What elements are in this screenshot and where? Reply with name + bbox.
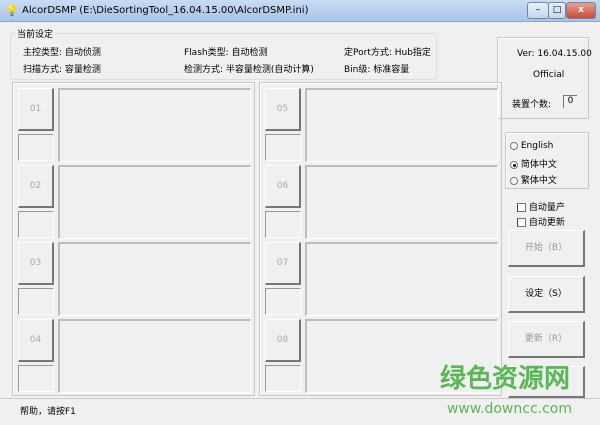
radio-icon[interactable]	[510, 176, 518, 185]
slot-status-02	[18, 211, 54, 238]
watermark-text: 绿色资源网	[439, 364, 570, 394]
slot-status-01	[18, 134, 54, 161]
slot-label-05: 05	[265, 88, 301, 131]
settings-button[interactable]: 设定（S）	[508, 276, 585, 313]
slot-status-08	[265, 365, 301, 392]
bin-level: Bin级: 标准容量	[344, 65, 410, 75]
slot-label-06: 06	[265, 165, 301, 208]
controller-type: 主控类型: 自动侦测	[23, 48, 101, 58]
slot-info-03	[58, 242, 251, 316]
slot-label-07: 07	[265, 242, 301, 285]
radio-icon[interactable]	[510, 141, 518, 150]
slot-info-02	[58, 165, 251, 239]
auto-update-checkbox[interactable]: 自动更新	[517, 215, 565, 228]
port-mode: 定Port方式: Hub指定	[344, 48, 431, 58]
slot-info-01	[58, 88, 251, 162]
language-option-1[interactable]: 简体中文	[510, 157, 557, 170]
slot-label-04: 04	[18, 319, 54, 362]
slot-status-06	[265, 211, 301, 238]
version-text: Ver: 16.04.15.00	[517, 49, 592, 59]
slot-status-07	[265, 288, 301, 315]
language-label: English	[520, 141, 554, 151]
slot-info-04	[58, 319, 251, 393]
checkbox-icon[interactable]	[517, 203, 526, 212]
auto-production-label: 自动量产	[528, 203, 565, 213]
slot-status-04	[18, 365, 54, 392]
slot-info-05	[305, 88, 498, 162]
language-option-2[interactable]: 繁体中文	[510, 173, 557, 186]
language-label: 简体中文	[520, 160, 557, 170]
slot-status-05	[265, 134, 301, 161]
scan-mode: 扫描方式: 容量检测	[23, 65, 101, 75]
slot-info-06	[305, 165, 498, 239]
current-settings-legend: 当前设定	[17, 30, 54, 40]
detect-mode: 检测方式: 半容量检测(自动计算)	[184, 65, 314, 75]
edition-text: Official	[533, 70, 565, 80]
status-text: 帮助，请按F1	[20, 407, 76, 417]
maximize-button[interactable]: □	[548, 2, 566, 19]
language-option-0[interactable]: English	[510, 141, 553, 151]
window-title: AlcorDSMP (E:\DieSortingTool_16.04.15.00…	[22, 5, 309, 16]
slot-info-07	[305, 242, 498, 316]
auto-production-checkbox[interactable]: 自动量产	[517, 200, 565, 213]
app-icon: 💡	[5, 4, 19, 17]
device-count-value: 0	[563, 95, 577, 108]
slot-label-03: 03	[18, 242, 54, 285]
checkbox-icon[interactable]	[517, 218, 526, 227]
update-button[interactable]: 更新（R）	[508, 321, 585, 358]
language-label: 繁体中文	[520, 176, 557, 186]
device-count-label: 装置个数:	[512, 100, 552, 110]
start-button[interactable]: 开始（B）	[508, 230, 585, 267]
slot-label-01: 01	[18, 88, 54, 131]
auto-update-label: 自动更新	[528, 218, 565, 228]
radio-icon[interactable]	[510, 160, 518, 169]
watermark-url: www.downcc.com	[446, 401, 572, 417]
title-bar[interactable]: 💡 AlcorDSMP (E:\DieSortingTool_16.04.15.…	[0, 0, 600, 22]
close-button[interactable]: x	[566, 2, 596, 19]
slot-label-02: 02	[18, 165, 54, 208]
slot-status-03	[18, 288, 54, 315]
slot-label-08: 08	[265, 319, 301, 362]
flash-type: Flash类型: 自动检测	[184, 48, 268, 58]
minimize-button[interactable]: –	[527, 2, 549, 19]
